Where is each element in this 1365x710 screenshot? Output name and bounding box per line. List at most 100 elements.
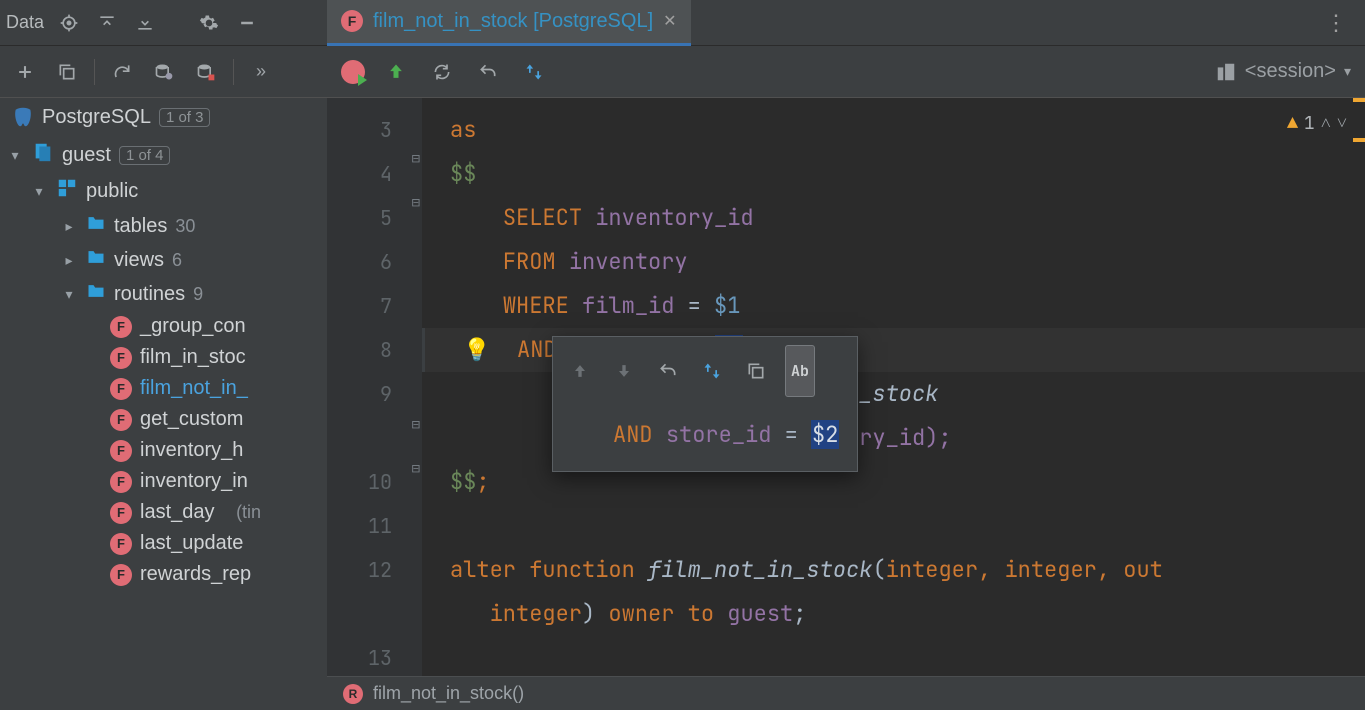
tree-schema[interactable]: ▾ public [0,173,327,209]
function-badge-icon: F [110,440,132,462]
tree-guest[interactable]: ▾ guest 1 of 4 [0,137,327,173]
breadcrumb-label: film_not_in_stock() [373,683,524,704]
routine-label: last_update [140,532,243,555]
postgresql-icon [12,107,34,129]
fold-icon[interactable]: ⊟ [404,194,420,212]
function-badge-icon: F [110,502,132,524]
editor-toolbar: <session> ▾ [327,46,1365,98]
undo-icon[interactable] [473,57,503,87]
function-badge-icon: F [110,378,132,400]
diff-original-line: AND store_id = $2 [553,405,857,471]
routines-label: routines [114,283,185,306]
tree-routines[interactable]: ▾ routines 9 [0,277,327,311]
chevron-down-icon[interactable]: ▾ [30,183,48,200]
database-icon [32,141,54,169]
routine-label: get_custom [140,408,243,431]
routine-item[interactable]: Fget_custom [0,404,327,435]
refresh-icon[interactable] [107,57,137,87]
routine-item[interactable]: Finventory_in [0,466,327,497]
inspection-widget[interactable]: ▲ 1 ˄ ˅ [1287,102,1347,146]
collapse-up-icon[interactable] [92,8,122,38]
tables-label: tables [114,215,167,238]
add-icon[interactable] [10,57,40,87]
editor-tab[interactable]: F film_not_in_stock [PostgreSQL] ✕ [327,0,691,46]
database-tool-window: » PostgreSQL 1 of 3 ▾ guest 1 of 4 ▾ pub… [0,46,327,710]
compare-diff-icon[interactable] [697,356,727,386]
routine-item[interactable]: F _group_con [0,311,327,342]
chevron-down-icon[interactable]: ▾ [6,147,24,164]
views-count: 6 [172,250,182,271]
chevron-down-icon[interactable]: ˅ [1337,102,1347,146]
tool-window-header: Data [0,8,327,38]
next-diff-icon[interactable] [609,356,639,386]
editor-menu[interactable]: ⋮ [1325,10,1365,36]
folder-icon [86,213,106,239]
tree-views[interactable]: ▸ views 6 [0,243,327,277]
routine-label: inventory_h [140,439,243,462]
breadcrumb[interactable]: R film_not_in_stock() [327,676,1365,710]
routine-item-selected[interactable]: Ffilm_not_in_ [0,373,327,404]
routine-label: film_in_stoc [140,346,246,369]
tree-tables[interactable]: ▸ tables 30 [0,209,327,243]
datasource-count: 1 of 3 [159,108,211,127]
routine-item[interactable]: Frewards_rep [0,559,327,590]
chevron-down-icon[interactable]: ▾ [60,286,78,303]
routine-item[interactable]: Finventory_h [0,435,327,466]
session-icon [1215,61,1237,83]
fold-icon[interactable]: ⊟ [404,416,420,434]
routine-badge-icon: R [343,684,363,704]
routine-label: _group_con [140,315,246,338]
function-badge-icon: F [110,564,132,586]
db-stop-icon[interactable] [191,57,221,87]
folder-icon [86,247,106,273]
routine-item[interactable]: Flast_update [0,528,327,559]
prev-diff-icon[interactable] [565,356,595,386]
routine-item[interactable]: Ffilm_in_stoc [0,342,327,373]
more-icon[interactable]: » [246,57,276,87]
copy-icon[interactable] [741,356,771,386]
session-selector[interactable]: <session> ▾ [1215,60,1351,83]
chevron-right-icon[interactable]: ▸ [60,252,78,269]
routine-label: inventory_in [140,470,248,493]
rollback-icon[interactable] [653,356,683,386]
error-stripe[interactable] [1353,98,1365,238]
routine-label: rewards_rep [140,563,251,586]
warning-icon: ▲ [1287,102,1298,146]
code-area[interactable]: ▲ 1 ˄ ˅ as $$ SELECT inventory_id FROM i… [422,98,1365,676]
function-badge-icon: F [110,347,132,369]
db-settings-icon[interactable] [149,57,179,87]
sidebar-toolbar: » [0,46,327,98]
settings-icon[interactable] [194,8,224,38]
highlight-words-toggle[interactable]: Ab [785,345,815,397]
intention-bulb-icon[interactable]: 💡 [463,335,490,364]
datasource-row[interactable]: PostgreSQL 1 of 3 [0,98,327,137]
guest-count: 1 of 4 [119,146,171,165]
commit-up-icon[interactable] [381,57,411,87]
function-badge-icon: F [110,316,132,338]
session-label: <session> [1245,60,1336,83]
fold-icon[interactable]: ⊟ [404,150,420,168]
editor-pane: <session> ▾ 3 4 5 6 7 8 9 10 11 12 13 ⊟ … [327,46,1365,710]
expand-down-icon[interactable] [130,8,160,38]
routine-item[interactable]: Flast_day (tin [0,497,327,528]
editor-body[interactable]: 3 4 5 6 7 8 9 10 11 12 13 ⊟ ⊟ ⊟ ⊟ ▲ [327,98,1365,676]
chevron-up-icon[interactable]: ˄ [1321,102,1331,146]
target-icon[interactable] [54,8,84,38]
fold-icon[interactable]: ⊟ [404,460,420,478]
minimize-icon[interactable] [232,8,262,38]
compare-diff-icon[interactable] [519,57,549,87]
folder-icon [86,281,106,307]
close-icon[interactable]: ✕ [663,11,676,31]
chevron-right-icon[interactable]: ▸ [60,218,78,235]
routine-label: last_day [140,501,215,524]
sync-icon[interactable] [427,57,457,87]
kebab-icon: ⋮ [1325,10,1347,35]
run-icon[interactable] [341,60,365,84]
diff-popup: Ab AND store_id = $2 [552,336,858,472]
duplicate-icon[interactable] [52,57,82,87]
schema-icon [56,177,78,205]
datasource-name: PostgreSQL [42,106,151,129]
tree-guest-label: guest [62,144,111,167]
routine-label: film_not_in_ [140,377,248,400]
routine-hint: (tin [236,502,261,523]
